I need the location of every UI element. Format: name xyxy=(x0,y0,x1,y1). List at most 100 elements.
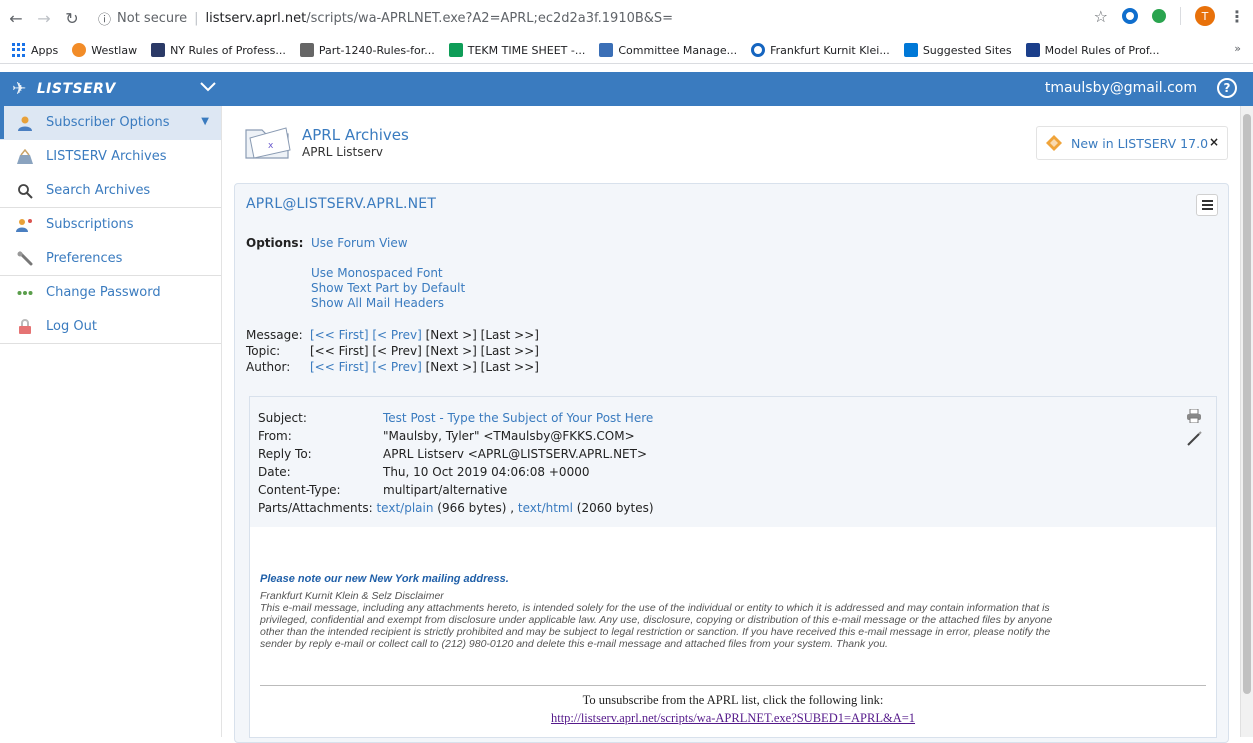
user-email[interactable]: tmaulsby@gmail.com xyxy=(1045,80,1197,96)
back-arrow-icon[interactable]: ← xyxy=(4,6,28,30)
main-content: x APRL Archives APRL Listserv New in LIS… xyxy=(222,106,1240,743)
unsubscribe-link[interactable]: http://listserv.aprl.net/scripts/wa-APRL… xyxy=(250,711,1216,726)
nav-next: [Next >] xyxy=(425,344,477,358)
bookmark-westlaw[interactable]: Westlaw xyxy=(72,43,137,57)
bookmark-tekm-time-sheet[interactable]: TEKM TIME SHEET -... xyxy=(448,43,585,57)
extension-o-icon[interactable] xyxy=(1122,8,1138,24)
nav-first-link[interactable]: [<< First] xyxy=(310,360,369,374)
url-host: listserv.aprl.net xyxy=(205,10,307,26)
page-subtitle: APRL Listserv xyxy=(302,145,383,159)
nav-last: [Last >>] xyxy=(480,344,539,358)
option-show-all-mail-headers[interactable]: Show All Mail Headers xyxy=(311,296,444,310)
apps-grid-icon xyxy=(12,43,26,57)
message-headers: Subject: Test Post - Type the Subject of … xyxy=(250,397,1216,527)
password-icon xyxy=(16,284,34,302)
nav-prev-link[interactable]: [< Prev] xyxy=(372,328,421,342)
date-label: Date: xyxy=(258,465,291,479)
nav-first-link[interactable]: [<< First] xyxy=(310,328,369,342)
disclaimer-line: privileged, confidential and exempt from… xyxy=(260,614,1053,626)
security-label: Not secure xyxy=(117,10,188,26)
sidebar-item-label: Search Archives xyxy=(46,183,151,198)
page-scrollbar[interactable] xyxy=(1240,106,1253,737)
bookmark-part-1240[interactable]: Part-1240-Rules-for... xyxy=(299,43,435,57)
ny-rules-icon xyxy=(151,43,166,57)
caret-down-icon[interactable]: ▼ xyxy=(201,116,209,127)
reload-icon[interactable]: ↻ xyxy=(60,6,84,30)
sidebar-item-log-out[interactable]: Log Out xyxy=(0,310,221,344)
reply-to-row: Reply To: APRL Listserv <APRL@LISTSERV.AP… xyxy=(258,447,647,461)
bookmark-apps[interactable]: Apps xyxy=(12,43,58,57)
bookmarks-overflow-icon[interactable]: » xyxy=(1234,42,1241,55)
from-label: From: xyxy=(258,429,292,443)
archive-panel: APRL@LISTSERV.APRL.NET Options: Use Foru… xyxy=(234,183,1229,743)
sidebar-item-subscriber-options[interactable]: Subscriber Options ▼ xyxy=(0,106,221,140)
bookmark-model-rules[interactable]: Model Rules of Prof... xyxy=(1025,43,1159,57)
news-badge[interactable]: New in LISTSERV 17.0 × xyxy=(1036,126,1228,160)
bookmark-label: Apps xyxy=(31,43,59,57)
sidebar-item-subscriptions[interactable]: Subscriptions xyxy=(0,208,221,242)
reply-to-label: Reply To: xyxy=(258,447,312,461)
printer-icon[interactable] xyxy=(1186,409,1202,423)
sidebar-item-change-password[interactable]: Change Password xyxy=(0,276,221,310)
nav-label: Topic: xyxy=(246,344,281,358)
disclaimer-body: This e-mail message, including any attac… xyxy=(260,602,1210,650)
part-text-html-size: (2060 bytes) xyxy=(576,501,654,515)
bookmark-frankfurt-kurnit[interactable]: Frankfurt Kurnit Klei... xyxy=(751,43,890,57)
sidebar-item-listserv-archives[interactable]: LISTSERV Archives xyxy=(0,140,221,174)
nav-prev-link[interactable]: [< Prev] xyxy=(372,360,421,374)
pencil-icon[interactable] xyxy=(1186,431,1202,447)
info-icon[interactable]: ⓘ xyxy=(98,9,111,28)
hamburger-menu-icon[interactable] xyxy=(1196,194,1218,216)
help-icon[interactable]: ? xyxy=(1217,78,1237,98)
mailing-address-notice: Please note our new New York mailing add… xyxy=(260,573,509,585)
sidebar-item-label: Log Out xyxy=(46,319,97,334)
from-value: "Maulsby, Tyler" <TMaulsby@FKKS.COM> xyxy=(383,429,635,443)
list-address[interactable]: APRL@LISTSERV.APRL.NET xyxy=(246,196,436,212)
date-value: Thu, 10 Oct 2019 04:06:08 +0000 xyxy=(383,465,590,479)
subscriptions-icon xyxy=(16,216,34,234)
bookmark-label: NY Rules of Profess... xyxy=(170,43,286,57)
wrench-icon xyxy=(16,250,34,268)
profile-avatar[interactable]: T xyxy=(1195,6,1215,26)
subject-link[interactable]: Test Post - Type the Subject of Your Pos… xyxy=(383,411,653,425)
bookmark-committee-manage[interactable]: Committee Manage... xyxy=(599,43,737,57)
brand[interactable]: ✈ LISTSERV xyxy=(12,79,116,99)
disclaimer-line: other than the intended recipient is str… xyxy=(260,626,1051,638)
disclaimer-title: Frankfurt Kurnit Klein & Selz Disclaimer xyxy=(260,590,444,602)
author-navigation: Author: [<< First] [< Prev] [Next >] [Las… xyxy=(246,360,539,374)
nav-label: Message: xyxy=(246,328,303,342)
part-text-html-link[interactable]: text/html xyxy=(518,501,573,515)
logout-icon xyxy=(16,318,34,336)
bookmark-star-icon[interactable]: ☆ xyxy=(1094,7,1108,26)
brand-name: LISTSERV xyxy=(36,81,116,97)
bookmark-ny-rules[interactable]: NY Rules of Profess... xyxy=(151,43,286,57)
close-icon[interactable]: × xyxy=(1209,135,1219,149)
option-use-forum-view[interactable]: Use Forum View xyxy=(311,236,408,250)
listserv-logo-icon: ✈ xyxy=(12,79,27,99)
news-label: New in LISTSERV 17.0 xyxy=(1071,135,1209,151)
parts-row: Parts/Attachments: text/plain (966 bytes… xyxy=(258,501,654,515)
sidebar-item-preferences[interactable]: Preferences xyxy=(0,242,221,276)
toolbar-divider xyxy=(1180,7,1181,25)
scrollbar-thumb[interactable] xyxy=(1243,114,1251,694)
part-text-plain-link[interactable]: text/plain xyxy=(376,501,433,515)
bookmark-label: Frankfurt Kurnit Klei... xyxy=(770,43,890,57)
archive-folder-icon: x xyxy=(245,127,291,159)
option-show-text-part[interactable]: Show Text Part by Default xyxy=(311,281,465,295)
option-use-monospaced-font[interactable]: Use Monospaced Font xyxy=(311,266,443,280)
omnibox-separator: | xyxy=(194,10,199,26)
chevron-down-icon[interactable] xyxy=(200,78,216,96)
browser-menu-icon[interactable]: ⋮ xyxy=(1229,7,1245,26)
browser-chrome: ← → ↻ ⓘ Not secure | listserv.aprl.net/s… xyxy=(0,0,1253,64)
nav-next: [Next >] xyxy=(425,360,477,374)
address-bar[interactable]: ⓘ Not secure | listserv.aprl.net/scripts… xyxy=(98,5,1118,31)
forward-arrow-icon[interactable]: → xyxy=(32,6,56,30)
plus-icon xyxy=(448,43,463,57)
bookmark-suggested-sites[interactable]: Suggested Sites xyxy=(903,43,1012,57)
nav-next: [Next >] xyxy=(425,328,477,342)
sidebar-item-search-archives[interactable]: Search Archives xyxy=(0,174,221,208)
extension-green-icon[interactable] xyxy=(1152,9,1166,23)
browser-toolbar: ← → ↻ ⓘ Not secure | listserv.aprl.net/s… xyxy=(0,0,1253,36)
content-type-row: Content-Type: multipart/alternative xyxy=(258,483,507,497)
part-text-plain-size: (966 bytes) , xyxy=(437,501,515,515)
